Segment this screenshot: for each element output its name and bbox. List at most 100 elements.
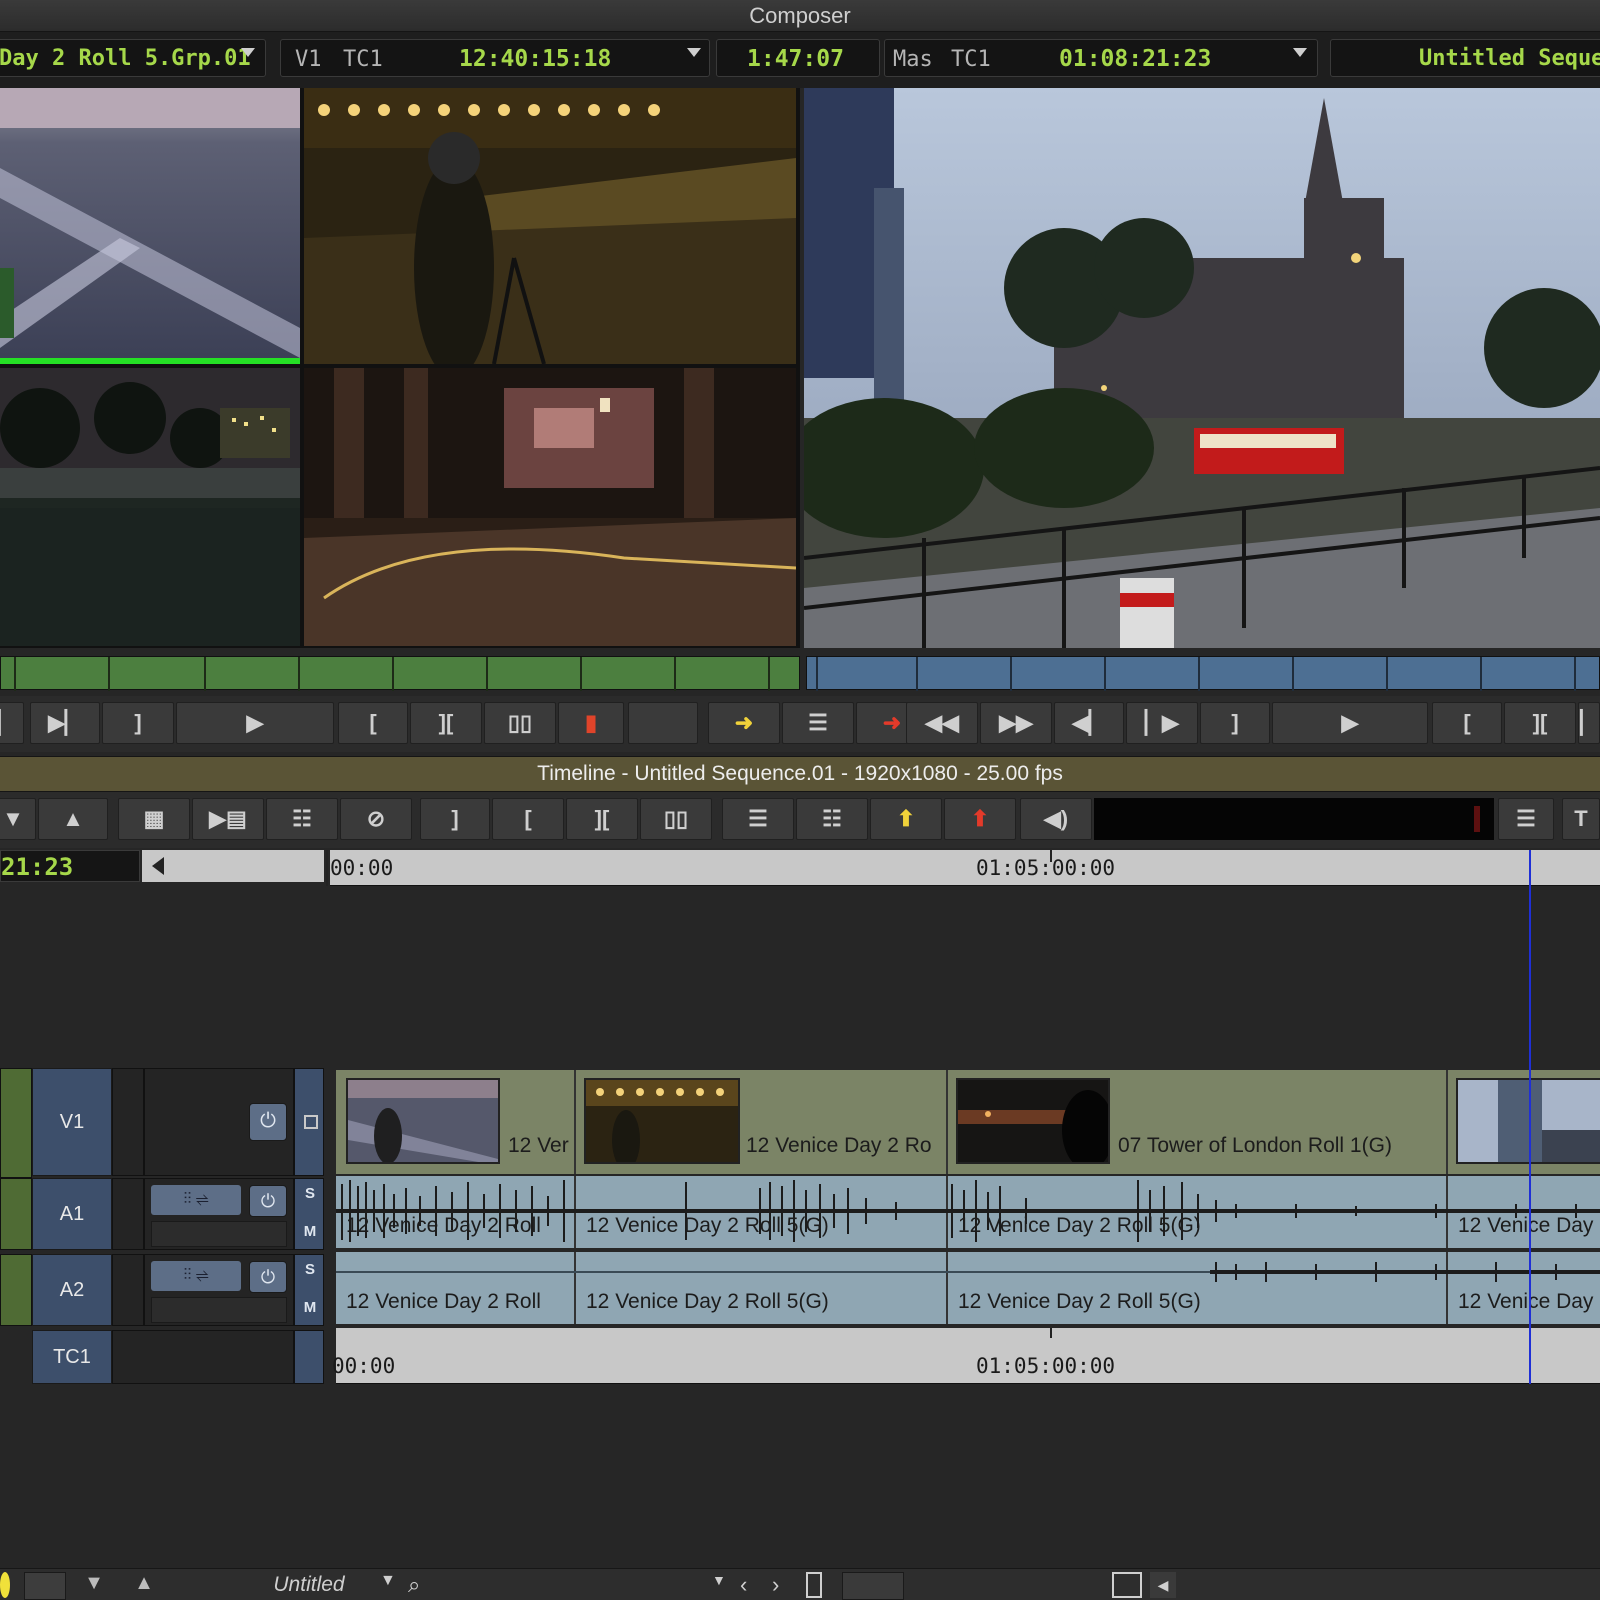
- play-record-button[interactable]: ▶: [1272, 702, 1428, 744]
- source-timecode-display[interactable]: V1 TC1 12:40:15:18: [280, 39, 710, 77]
- step-back-button[interactable]: ▏: [0, 702, 24, 744]
- mark-in-button[interactable]: [: [338, 702, 408, 744]
- timeline-tc-display[interactable]: 21:23: [0, 850, 140, 882]
- step-forward-button[interactable]: ▶▏: [30, 702, 100, 744]
- slider-left-arrow-icon[interactable]: [152, 857, 164, 875]
- power-icon[interactable]: ⏻: [249, 1103, 287, 1141]
- source-clip-menu[interactable]: Day 2 Roll 5.Grp.01: [0, 39, 266, 77]
- track-label-v1[interactable]: V1: [32, 1068, 112, 1176]
- video-quality-button[interactable]: ▦: [118, 798, 190, 840]
- more-buttons-button[interactable]: ▏: [1578, 702, 1600, 744]
- v1-lock-cell[interactable]: [112, 1068, 144, 1176]
- audio-monitor-button[interactable]: ◀): [1020, 798, 1092, 840]
- chevron-down-icon[interactable]: ▼: [712, 1572, 730, 1598]
- mark-out-record-button[interactable]: ]: [1200, 702, 1270, 744]
- lower-track-button[interactable]: ▼: [0, 798, 36, 840]
- zoom-handle-icon[interactable]: [806, 1572, 822, 1598]
- mute-button[interactable]: M: [295, 1223, 325, 1240]
- power-icon[interactable]: ⏻: [249, 1261, 287, 1293]
- chevron-down-icon[interactable]: [1293, 48, 1307, 57]
- step-forward-record-button[interactable]: ▏▶: [1126, 702, 1198, 744]
- a1-source-track-selector[interactable]: [0, 1178, 32, 1250]
- clip-thumbnail: [1456, 1078, 1600, 1164]
- add-marker-button[interactable]: ▮: [558, 702, 624, 744]
- audio-waveform-icon[interactable]: ⫶⫶ ⇌: [151, 1261, 241, 1291]
- overwrite-lines-button[interactable]: ☰: [782, 702, 854, 744]
- chevron-down-icon[interactable]: ▼: [380, 1572, 396, 1598]
- multicam-angle-2[interactable]: [304, 88, 796, 364]
- text-tool-button[interactable]: T: [1562, 798, 1600, 840]
- solo-button[interactable]: S: [295, 1185, 325, 1202]
- video-clip[interactable]: 07 Tower of London Roll 1(G): [948, 1070, 1448, 1174]
- empty-button[interactable]: [628, 702, 698, 744]
- lift-overwrite-button[interactable]: ☷: [266, 798, 338, 840]
- clear-marks-tl-button[interactable]: ▯▯: [640, 798, 712, 840]
- fit-timeline-icon[interactable]: [1112, 1572, 1142, 1598]
- sequence-name-menu[interactable]: Untitled Seque: [1330, 39, 1600, 77]
- chevron-right-icon[interactable]: ›: [772, 1572, 796, 1598]
- mark-in-tl-button[interactable]: [: [492, 798, 564, 840]
- power-icon[interactable]: ⏻: [249, 1185, 287, 1217]
- video-clip[interactable]: 12 Venice Day 2 Ro: [576, 1070, 948, 1174]
- search-icon[interactable]: ⌕: [408, 1572, 438, 1598]
- tail-button[interactable]: ☷: [796, 798, 868, 840]
- bin-selector[interactable]: Untitled: [214, 1572, 404, 1598]
- mark-clip-record-button[interactable]: ][: [1504, 702, 1576, 744]
- multicam-angle-1[interactable]: [0, 88, 300, 364]
- track-label-a1[interactable]: A1: [32, 1178, 112, 1250]
- a2-source-track-selector[interactable]: [0, 1254, 32, 1326]
- play-button[interactable]: ▶: [176, 702, 334, 744]
- track-list-icon[interactable]: ☰: [1498, 798, 1554, 840]
- zoom-slider[interactable]: [842, 1572, 904, 1600]
- audio-waveform-icon[interactable]: ⫶⫶ ⇌: [151, 1185, 241, 1215]
- video-clip[interactable]: [1448, 1070, 1600, 1174]
- record-monitor[interactable]: [804, 88, 1600, 648]
- v1-source-track-selector[interactable]: [0, 1068, 32, 1178]
- chevron-down-icon[interactable]: [241, 48, 255, 57]
- scroll-left-icon[interactable]: ◀: [1150, 1572, 1176, 1598]
- fast-forward-button[interactable]: ▶▶: [980, 702, 1052, 744]
- rewind-button[interactable]: ◀◀: [906, 702, 978, 744]
- source-monitor[interactable]: [0, 88, 800, 648]
- v1-monitor-cell[interactable]: [294, 1068, 324, 1176]
- mark-out-button[interactable]: ]: [102, 702, 174, 744]
- chevron-up-icon[interactable]: ▲: [124, 1572, 164, 1598]
- splice-in-button[interactable]: ➜: [708, 702, 780, 744]
- mark-in-record-button[interactable]: [: [1432, 702, 1502, 744]
- timeline-ruler[interactable]: 00:00 01:05:00:00: [326, 850, 1600, 886]
- top-button[interactable]: ☰: [722, 798, 794, 840]
- track-label-a2[interactable]: A2: [32, 1254, 112, 1326]
- raise-track-button[interactable]: ▲: [38, 798, 108, 840]
- clear-marks-button[interactable]: ▯▯: [484, 702, 556, 744]
- video-clip[interactable]: 12 Ver: [336, 1070, 576, 1174]
- clear-button[interactable]: ⊘: [340, 798, 412, 840]
- chevron-left-icon[interactable]: ‹: [740, 1572, 764, 1598]
- extract-button[interactable]: ⬆: [944, 798, 1016, 840]
- timeline-scale-slider[interactable]: [142, 850, 324, 882]
- a1-lock-cell[interactable]: [112, 1178, 144, 1250]
- chevron-down-icon[interactable]: [687, 48, 701, 57]
- track-label-tc1[interactable]: TC1: [32, 1330, 112, 1384]
- record-timecode-display[interactable]: Mas TC1 01:08:21:23: [884, 39, 1318, 77]
- mute-button[interactable]: M: [295, 1299, 325, 1316]
- segment-mode-button[interactable]: ▶▤: [192, 798, 264, 840]
- solo-button[interactable]: S: [295, 1261, 325, 1278]
- step-back-record-button[interactable]: ◀▏: [1054, 702, 1124, 744]
- monitor-toggle-icon[interactable]: [24, 1572, 66, 1600]
- audio-meter: [1094, 798, 1494, 840]
- chevron-down-icon[interactable]: ▼: [74, 1572, 114, 1598]
- mark-out-tl-button[interactable]: ]: [420, 798, 490, 840]
- mark-clip-button[interactable]: ][: [410, 702, 482, 744]
- record-position-bar[interactable]: [806, 656, 1600, 691]
- source-position-bar[interactable]: [0, 656, 800, 691]
- a1-control-cell: ⫶⫶ ⇌ ⏻: [144, 1178, 294, 1250]
- track-label-text: A2: [59, 1278, 85, 1301]
- a2-lock-cell[interactable]: [112, 1254, 144, 1326]
- tc1-start-label: 00:00: [332, 1354, 396, 1378]
- tc1-monitor-cell[interactable]: [294, 1330, 324, 1384]
- multicam-angle-3[interactable]: [0, 368, 300, 646]
- multicam-angle-4[interactable]: [304, 368, 796, 646]
- playhead[interactable]: [1529, 850, 1531, 1384]
- lift-button[interactable]: ⬆: [870, 798, 942, 840]
- mark-clip-tl-button[interactable]: ][: [566, 798, 638, 840]
